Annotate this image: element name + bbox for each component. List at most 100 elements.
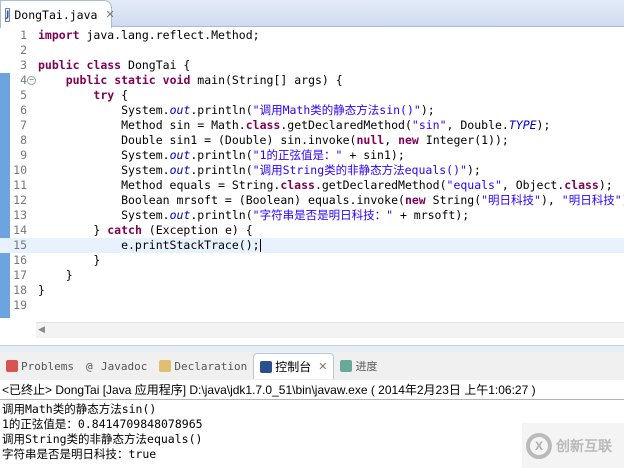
panel-tab-label: Problems bbox=[21, 359, 74, 373]
code-token: System. bbox=[38, 148, 170, 162]
code-token: import bbox=[38, 28, 80, 42]
code-token: .getDeclaredMethod( bbox=[280, 118, 412, 132]
panel-tab[interactable]: 控制台 ✕ bbox=[253, 353, 335, 379]
line-number: 9 bbox=[20, 148, 27, 162]
line-number: 17 bbox=[13, 268, 27, 282]
code-token: class bbox=[86, 58, 122, 72]
code-token: new bbox=[404, 193, 426, 207]
code-line[interactable]: 19 bbox=[0, 298, 624, 313]
code-token: System. bbox=[38, 103, 170, 117]
line-number: 19 bbox=[13, 298, 27, 312]
code-line[interactable]: 11 Method equals = String.class.getDecla… bbox=[0, 178, 624, 193]
scroll-left-icon[interactable]: ◀ bbox=[38, 325, 45, 335]
panel-tab[interactable]: @ Javadoc bbox=[80, 353, 153, 379]
code-token: .println( bbox=[190, 103, 253, 117]
code-token: static bbox=[114, 73, 156, 87]
line-number: 15 bbox=[13, 238, 27, 252]
line-number: 6 bbox=[20, 103, 27, 117]
code-text: public class DongTai { bbox=[38, 58, 190, 73]
code-token: Method equals = String. bbox=[38, 178, 281, 192]
code-line[interactable]: 2 bbox=[0, 43, 624, 58]
code-line[interactable]: 17 } bbox=[0, 268, 624, 283]
code-line[interactable]: 3 public class DongTai { bbox=[0, 58, 624, 73]
code-token: "sin" bbox=[411, 118, 447, 132]
code-token: } bbox=[38, 268, 73, 282]
editor-tab[interactable]: J DongTai.java ✕ bbox=[0, 0, 115, 28]
pane-divider[interactable] bbox=[0, 345, 624, 352]
at-icon: @ bbox=[85, 360, 93, 373]
code-token: class bbox=[245, 118, 281, 132]
code-token: ); bbox=[536, 118, 551, 132]
code-token: { bbox=[114, 88, 129, 102]
text-caret bbox=[259, 239, 261, 252]
code-line[interactable]: 18} bbox=[0, 283, 624, 298]
code-line[interactable]: 4− public static void main(String[] args… bbox=[0, 73, 624, 88]
code-token: Boolean mrsoft = (Boolean) equals.invoke… bbox=[38, 193, 405, 207]
code-line[interactable]: 16 } bbox=[0, 253, 624, 268]
editor-tab-title: DongTai.java bbox=[14, 7, 98, 22]
code-token: .println( bbox=[190, 208, 253, 222]
code-text: import java.lang.reflect.Method; bbox=[38, 28, 260, 43]
code-token: null bbox=[356, 133, 385, 147]
code-token: } bbox=[38, 253, 101, 267]
panel-tab[interactable]: 进度 bbox=[334, 353, 383, 379]
line-number: 1 bbox=[20, 28, 27, 42]
console-line: 调用Math类的静态方法sin() bbox=[2, 402, 157, 416]
code-token: new bbox=[398, 133, 419, 147]
code-text: } bbox=[38, 253, 100, 268]
horizontal-scrollbar[interactable]: ◀ bbox=[36, 322, 624, 338]
code-token: class bbox=[280, 178, 315, 192]
code-line[interactable]: 1 import java.lang.reflect.Method; bbox=[0, 28, 624, 43]
watermark-text: 创新互联 bbox=[556, 438, 612, 455]
close-icon[interactable]: ✕ bbox=[318, 360, 327, 373]
code-token: (Exception e) { bbox=[141, 223, 253, 237]
code-token: e.printStackTrace(); bbox=[38, 238, 260, 252]
code-text: Double sin1 = (Double) sin.invoke(null, … bbox=[38, 133, 509, 148]
code-line[interactable]: 12 Boolean mrsoft = (Boolean) equals.inv… bbox=[0, 193, 624, 208]
line-number: 13 bbox=[13, 208, 27, 222]
line-number: 5 bbox=[20, 88, 27, 102]
code-token: "equals" bbox=[446, 178, 502, 192]
line-number: 18 bbox=[13, 283, 27, 297]
fold-icon[interactable]: − bbox=[27, 76, 36, 85]
panel-tab[interactable]: Declaration bbox=[153, 353, 253, 379]
code-token: , Object. bbox=[501, 178, 565, 192]
panel-tab[interactable]: Problems bbox=[0, 353, 80, 379]
code-line[interactable]: 8 Double sin1 = (Double) sin.invoke(null… bbox=[0, 133, 624, 148]
code-line[interactable]: 9 System.out.println("1的正弦值是：" + sin1); bbox=[0, 148, 624, 163]
console-line: 1的正弦值是：0.8414709848078965 bbox=[2, 417, 203, 431]
code-token: + sin1); bbox=[342, 148, 405, 162]
watermark-logo: X 创新互联 bbox=[522, 423, 624, 468]
code-text: System.out.println("调用String类的非静态方法equal… bbox=[38, 163, 481, 178]
code-token: System. bbox=[38, 208, 170, 222]
close-icon[interactable]: ✕ bbox=[105, 8, 114, 21]
code-line[interactable]: 10 System.out.println("调用String类的非静态方法eq… bbox=[0, 163, 624, 178]
code-text: public static void main(String[] args) { bbox=[38, 73, 343, 88]
line-number: 2 bbox=[20, 43, 27, 57]
code-editor[interactable]: 1 import java.lang.reflect.Method; 2 3 publi… bbox=[0, 28, 624, 318]
panel-tabs: Problems @ Javadoc Declaration 控制台 ✕ 进度 bbox=[0, 352, 624, 380]
code-text: } bbox=[38, 268, 73, 283]
line-number: 3 bbox=[20, 58, 27, 72]
code-line[interactable]: 5 try { bbox=[0, 88, 624, 103]
panel-tab-label: 控制台 bbox=[275, 360, 312, 374]
console-header: <已终止> DongTai [Java 应用程序] D:\java\jdk1.7… bbox=[0, 380, 624, 400]
line-number: 14 bbox=[13, 223, 27, 237]
code-line[interactable]: 6 System.out.println("调用Math类的静态方法sin()"… bbox=[0, 103, 624, 118]
code-token: , bbox=[384, 133, 399, 147]
editor-tab-bar: J DongTai.java ✕ bbox=[0, 0, 624, 28]
code-token: } bbox=[38, 223, 108, 237]
console-line: 调用String类的非静态方法equals() bbox=[2, 432, 203, 446]
code-line[interactable]: 15 e.printStackTrace(); bbox=[0, 238, 624, 253]
code-line[interactable]: 7 Method sin = Math.class.getDeclaredMet… bbox=[0, 118, 624, 133]
java-file-icon: J bbox=[5, 7, 11, 22]
code-line[interactable]: 13 System.out.println("字符串是否是明日科技：" + mr… bbox=[0, 208, 624, 223]
code-token: out bbox=[169, 208, 191, 222]
code-line[interactable]: 14 } catch (Exception e) { bbox=[0, 223, 624, 238]
panel-tab-label: Javadoc bbox=[100, 359, 148, 373]
code-token: Double sin1 = (Double) sin.invoke( bbox=[38, 133, 357, 147]
code-token: main(String[] args) { bbox=[190, 73, 343, 87]
console-output: 调用Math类的静态方法sin() 1的正弦值是：0.84147098480789… bbox=[2, 402, 203, 462]
